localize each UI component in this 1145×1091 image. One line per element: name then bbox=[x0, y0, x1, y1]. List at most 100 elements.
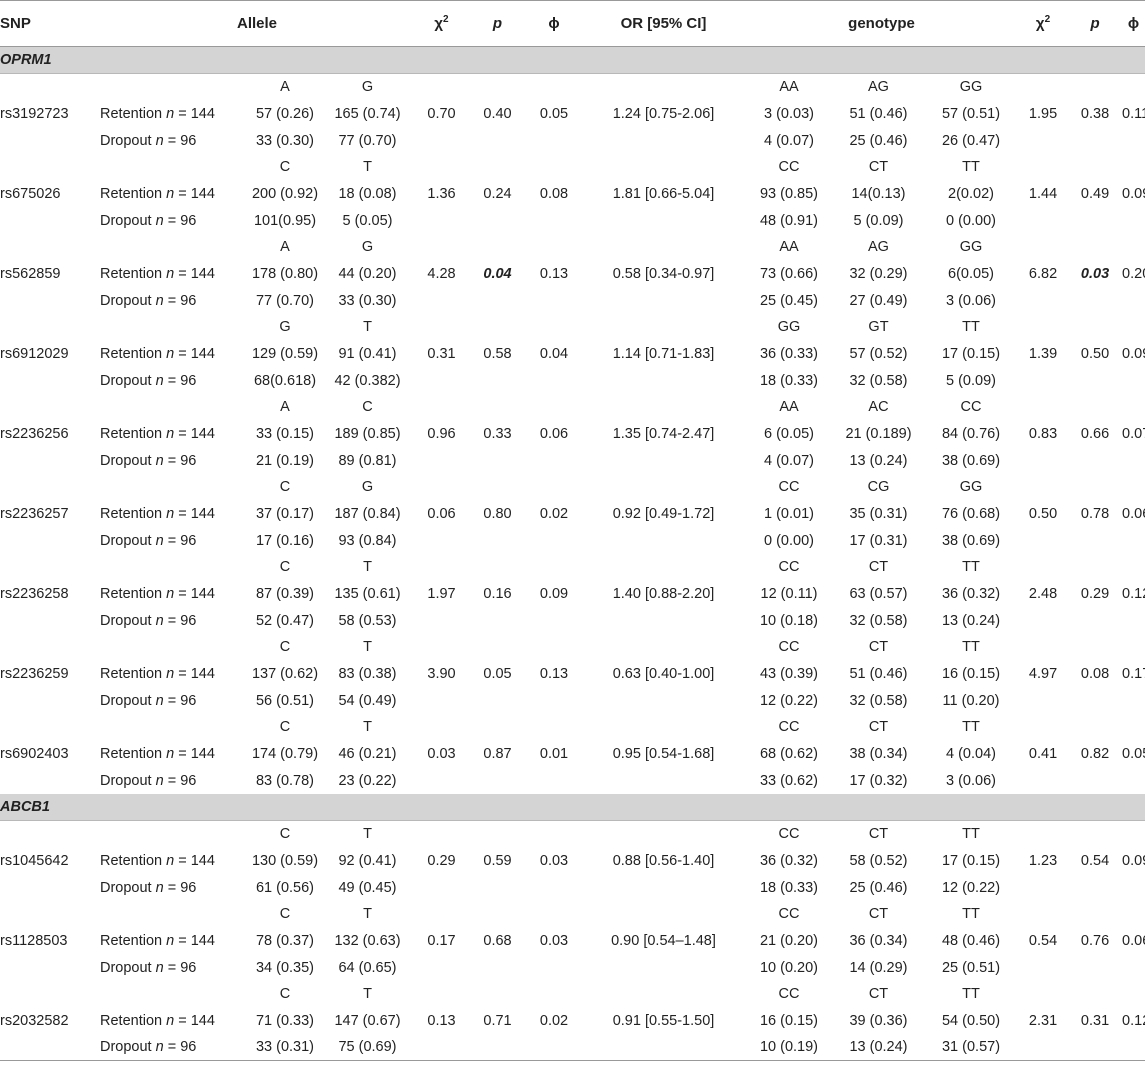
empty-cell bbox=[469, 288, 526, 314]
dropout-row: Dropout n = 96 56 (0.51) 54 (0.49) 12 (0.22… bbox=[0, 688, 1145, 714]
genotype-3-count: 11 (0.20) bbox=[942, 692, 1000, 709]
dropout-row: Dropout n = 96 17 (0.16) 93 (0.84) 0 (0.00)… bbox=[0, 528, 1145, 554]
genotype-3-label: TT bbox=[962, 719, 980, 735]
empty-cell bbox=[1122, 821, 1145, 848]
empty-cell bbox=[1018, 394, 1068, 421]
genotype-2-count: 14 (0.29) bbox=[849, 959, 908, 976]
group-size: = 96 bbox=[163, 132, 197, 149]
genotype-1-count: 36 (0.33) bbox=[759, 346, 819, 362]
genotype-phi: 0.09 bbox=[1122, 346, 1145, 362]
empty-cell bbox=[100, 314, 249, 341]
genotype-3-count: 76 (0.68) bbox=[941, 506, 1001, 522]
genotype-3-count: 5 (0.09) bbox=[946, 372, 996, 389]
genotype-2-count: 32 (0.58) bbox=[849, 692, 908, 709]
empty-cell bbox=[1018, 448, 1068, 474]
allele-header-row: C T CC CT TT bbox=[0, 634, 1145, 661]
empty-cell bbox=[1122, 208, 1145, 234]
empty-cell bbox=[582, 688, 745, 714]
genotype-3-count: 4 (0.04) bbox=[946, 746, 996, 762]
empty-cell bbox=[414, 901, 469, 928]
genotype-3-count: 6(0.05) bbox=[948, 266, 994, 282]
allele-header-row: A G AA AG GG bbox=[0, 234, 1145, 261]
empty-cell bbox=[469, 74, 526, 101]
genotype-3-count: 13 (0.24) bbox=[941, 612, 1001, 629]
empty-cell bbox=[469, 608, 526, 634]
genotype-p-value: 0.38 bbox=[1080, 106, 1110, 122]
allele-1-label: A bbox=[280, 399, 290, 415]
genotype-1-label: AA bbox=[779, 79, 799, 96]
group-name: Dropout bbox=[100, 452, 156, 469]
genotype-2-label: AG bbox=[868, 239, 889, 255]
group-size: = 96 bbox=[163, 1039, 197, 1056]
genotype-p-value: 0.03 bbox=[1080, 266, 1110, 282]
n-symbol: n bbox=[166, 186, 175, 202]
empty-cell bbox=[100, 901, 249, 928]
group-name: Dropout bbox=[100, 612, 156, 629]
group-size: = 96 bbox=[163, 452, 197, 469]
empty-cell bbox=[1122, 368, 1145, 394]
empty-cell bbox=[526, 128, 582, 154]
dropout-row: Dropout n = 96 61 (0.56) 49 (0.45) 18 (0.33… bbox=[0, 875, 1145, 901]
group-size: = 144 bbox=[174, 666, 215, 682]
genotype-3-label: TT bbox=[962, 826, 980, 843]
genotype-2-count: 39 (0.36) bbox=[849, 1013, 908, 1029]
n-symbol: n bbox=[155, 959, 164, 976]
empty-cell bbox=[526, 634, 582, 661]
retention-row: rs2236257 Retention n = 144 37 (0.17) 187 (… bbox=[0, 501, 1145, 528]
allele-p-value: 0.04 bbox=[483, 266, 512, 282]
genotype-1-count: 4 (0.07) bbox=[764, 452, 814, 469]
empty-cell bbox=[1018, 128, 1068, 154]
allele-1-count: 21 (0.19) bbox=[255, 452, 315, 469]
allele-1-label: G bbox=[279, 319, 291, 335]
empty-cell bbox=[100, 821, 249, 848]
odds-ratio-ci: 1.40 [0.88-2.20] bbox=[612, 586, 715, 602]
empty-cell bbox=[1122, 128, 1145, 154]
allele-phi: 0.06 bbox=[539, 426, 569, 442]
group-label: Dropout n = 96 bbox=[100, 128, 249, 154]
empty-cell bbox=[0, 955, 100, 981]
empty-cell bbox=[0, 314, 100, 341]
empty-cell bbox=[1122, 234, 1145, 261]
n-symbol: n bbox=[166, 853, 175, 869]
group-label: Retention n = 144 bbox=[100, 501, 249, 528]
empty-cell bbox=[1068, 875, 1122, 901]
genotype-p-value: 0.50 bbox=[1080, 346, 1110, 362]
allele-2-label: T bbox=[363, 639, 372, 655]
genotype-3-count: 48 (0.46) bbox=[941, 933, 1001, 949]
allele-phi: 0.03 bbox=[539, 853, 569, 869]
empty-cell bbox=[469, 474, 526, 501]
retention-row: rs1128503 Retention n = 144 78 (0.37) 132 (… bbox=[0, 928, 1145, 955]
odds-ratio-ci: 1.35 [0.74-2.47] bbox=[612, 426, 715, 442]
allele-header-row: G T GG GT TT bbox=[0, 314, 1145, 341]
allele-1-count: 129 (0.59) bbox=[251, 346, 319, 362]
allele-header-row: C T CC CT TT bbox=[0, 714, 1145, 741]
empty-cell bbox=[0, 368, 100, 394]
empty-cell bbox=[100, 554, 249, 581]
genotype-3-count: 0 (0.00) bbox=[946, 212, 996, 229]
empty-cell bbox=[100, 981, 249, 1008]
allele-1-label: C bbox=[279, 906, 291, 922]
allele-header-row: A C AA AC CC bbox=[0, 394, 1145, 421]
empty-cell bbox=[414, 608, 469, 634]
allele-1-count: 71 (0.33) bbox=[255, 1013, 315, 1029]
allele-2-count: 93 (0.84) bbox=[338, 532, 397, 549]
genotype-2-count: 21 (0.189) bbox=[845, 426, 912, 442]
allele-2-label: C bbox=[362, 399, 373, 415]
empty-cell bbox=[1122, 875, 1145, 901]
genotype-3-count: 38 (0.69) bbox=[941, 452, 1001, 469]
n-symbol: n bbox=[166, 666, 175, 682]
group-size: = 96 bbox=[163, 292, 197, 309]
empty-cell bbox=[0, 688, 100, 714]
genotype-2-count: 51 (0.46) bbox=[849, 106, 908, 122]
allele-1-label: C bbox=[279, 159, 291, 175]
empty-cell bbox=[414, 74, 469, 101]
empty-cell bbox=[414, 955, 469, 981]
retention-row: rs2032582 Retention n = 144 71 (0.33) 147 (… bbox=[0, 1008, 1145, 1035]
group-name: Retention bbox=[100, 426, 167, 442]
empty-cell bbox=[414, 981, 469, 1008]
n-symbol: n bbox=[166, 426, 175, 442]
empty-cell bbox=[1018, 821, 1068, 848]
dropout-row: Dropout n = 96 33 (0.30) 77 (0.70) 4 (0.07)… bbox=[0, 128, 1145, 154]
genotype-chi-square: 2.48 bbox=[1028, 586, 1058, 602]
genotype-phi: 0.06 bbox=[1122, 933, 1145, 949]
